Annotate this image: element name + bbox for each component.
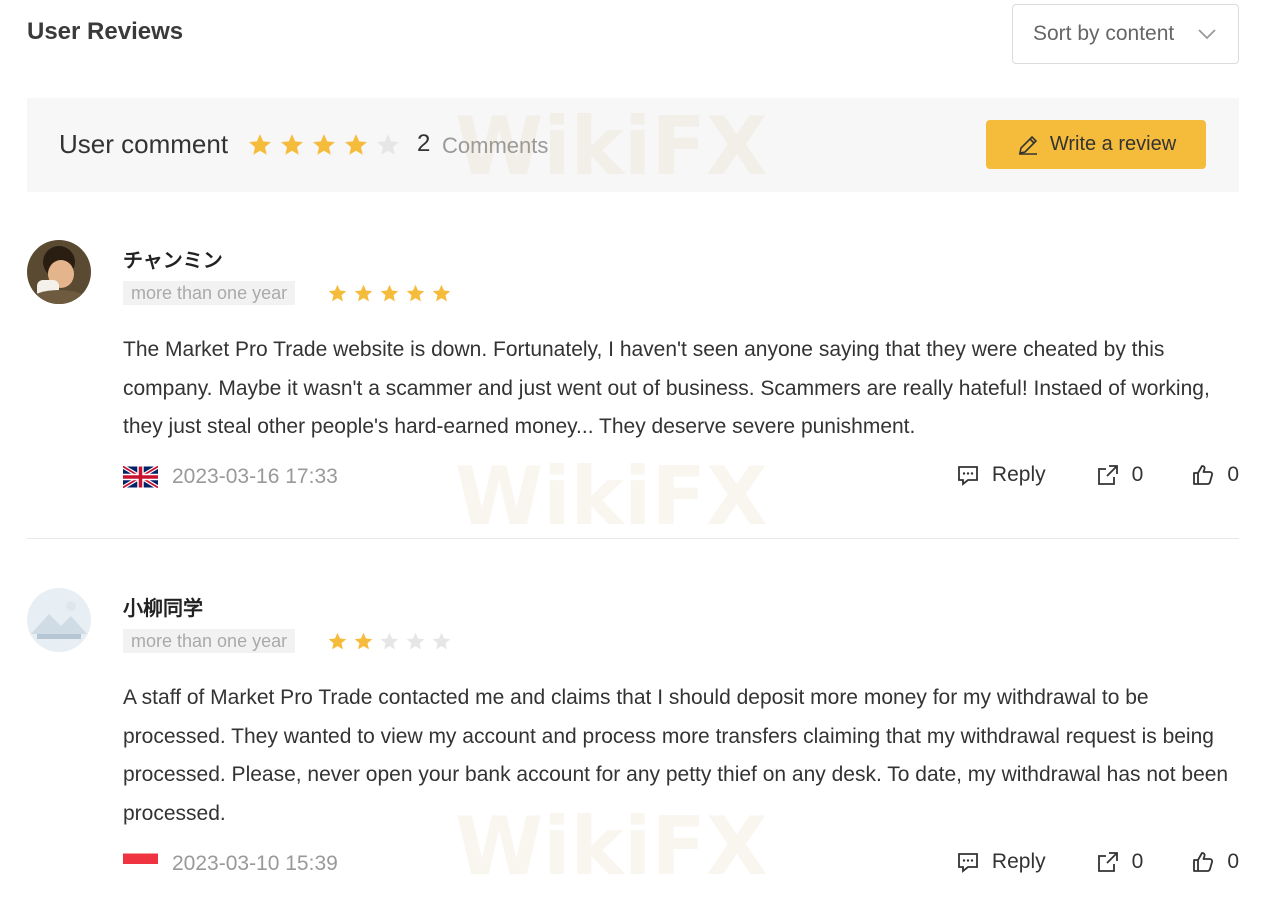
pencil-icon bbox=[1018, 135, 1037, 155]
review-meta: 2023-03-16 17:33 bbox=[123, 465, 338, 489]
thumbs-up-icon bbox=[1193, 465, 1214, 485]
review-item: 小柳同学 more than one year A staff of Marke… bbox=[27, 588, 1239, 888]
star-empty-icon bbox=[377, 134, 399, 155]
review-date: 2023-03-16 17:33 bbox=[172, 465, 338, 488]
share-count: 0 bbox=[1131, 463, 1144, 486]
rating-summary: User comment 2 Comments Write a review bbox=[27, 98, 1239, 192]
chevron-down-icon bbox=[1198, 29, 1216, 40]
star-empty-icon bbox=[432, 632, 451, 650]
comment-count-label: Comments bbox=[442, 133, 549, 158]
divider bbox=[27, 538, 1239, 539]
like-button[interactable]: 0 bbox=[1191, 850, 1239, 874]
star-filled-icon bbox=[249, 134, 271, 155]
time-tag: more than one year bbox=[123, 281, 296, 305]
like-count: 0 bbox=[1227, 463, 1239, 486]
like-count: 0 bbox=[1227, 850, 1239, 873]
review-meta: 2023-03-10 15:39 bbox=[123, 852, 338, 876]
star-empty-icon bbox=[406, 632, 425, 650]
summary-label: User comment bbox=[59, 129, 229, 159]
page-title: User Reviews bbox=[27, 18, 184, 45]
star-filled-icon bbox=[281, 134, 303, 155]
star-empty-icon bbox=[380, 632, 399, 650]
share-button[interactable]: 0 bbox=[1096, 463, 1144, 487]
reply-button[interactable]: Reply bbox=[956, 850, 1046, 874]
review-item: チャンミン more than one year The Market Pro … bbox=[27, 240, 1239, 510]
write-review-label: Write a review bbox=[1049, 133, 1177, 155]
review-text: The Market Pro Trade website is down. Fo… bbox=[123, 338, 1210, 438]
reply-label: Reply bbox=[991, 850, 1046, 873]
reply-label: Reply bbox=[991, 463, 1046, 486]
like-button[interactable]: 0 bbox=[1191, 463, 1239, 487]
reviewer-name: チャンミン bbox=[123, 250, 223, 272]
comment-icon bbox=[958, 853, 978, 873]
comment-icon bbox=[958, 466, 978, 486]
review-actions: Reply 0 0 bbox=[956, 463, 1239, 487]
time-tag: more than one year bbox=[123, 629, 296, 653]
avatar bbox=[27, 240, 91, 304]
sort-label: Sort by content bbox=[1033, 22, 1175, 45]
sort-dropdown[interactable]: Sort by content bbox=[1012, 4, 1239, 64]
uk-flag-icon bbox=[123, 466, 158, 488]
star-filled-icon bbox=[354, 284, 373, 302]
share-icon bbox=[1097, 465, 1118, 485]
star-filled-icon bbox=[328, 284, 347, 302]
review-stars bbox=[327, 631, 452, 652]
star-filled-icon bbox=[380, 284, 399, 302]
reply-button[interactable]: Reply bbox=[956, 463, 1046, 487]
review-actions: Reply 0 0 bbox=[956, 850, 1239, 874]
star-filled-icon bbox=[345, 134, 367, 155]
avatar bbox=[27, 588, 91, 652]
review-stars bbox=[327, 283, 452, 304]
review-text: A staff of Market Pro Trade contacted me… bbox=[123, 686, 1229, 825]
reviewer-name: 小柳同学 bbox=[123, 598, 203, 620]
star-filled-icon bbox=[328, 632, 347, 650]
star-filled-icon bbox=[432, 284, 451, 302]
star-filled-icon bbox=[406, 284, 425, 302]
star-filled-icon bbox=[313, 134, 335, 155]
star-filled-icon bbox=[354, 632, 373, 650]
summary-stars bbox=[247, 132, 401, 158]
write-review-button[interactable]: Write a review bbox=[986, 120, 1206, 169]
share-count: 0 bbox=[1131, 850, 1144, 873]
comment-count: 2 bbox=[417, 130, 431, 157]
share-icon bbox=[1097, 852, 1118, 872]
review-date: 2023-03-10 15:39 bbox=[172, 852, 338, 875]
singapore-flag-icon bbox=[123, 853, 158, 875]
share-button[interactable]: 0 bbox=[1096, 850, 1144, 874]
thumbs-up-icon bbox=[1193, 852, 1214, 872]
